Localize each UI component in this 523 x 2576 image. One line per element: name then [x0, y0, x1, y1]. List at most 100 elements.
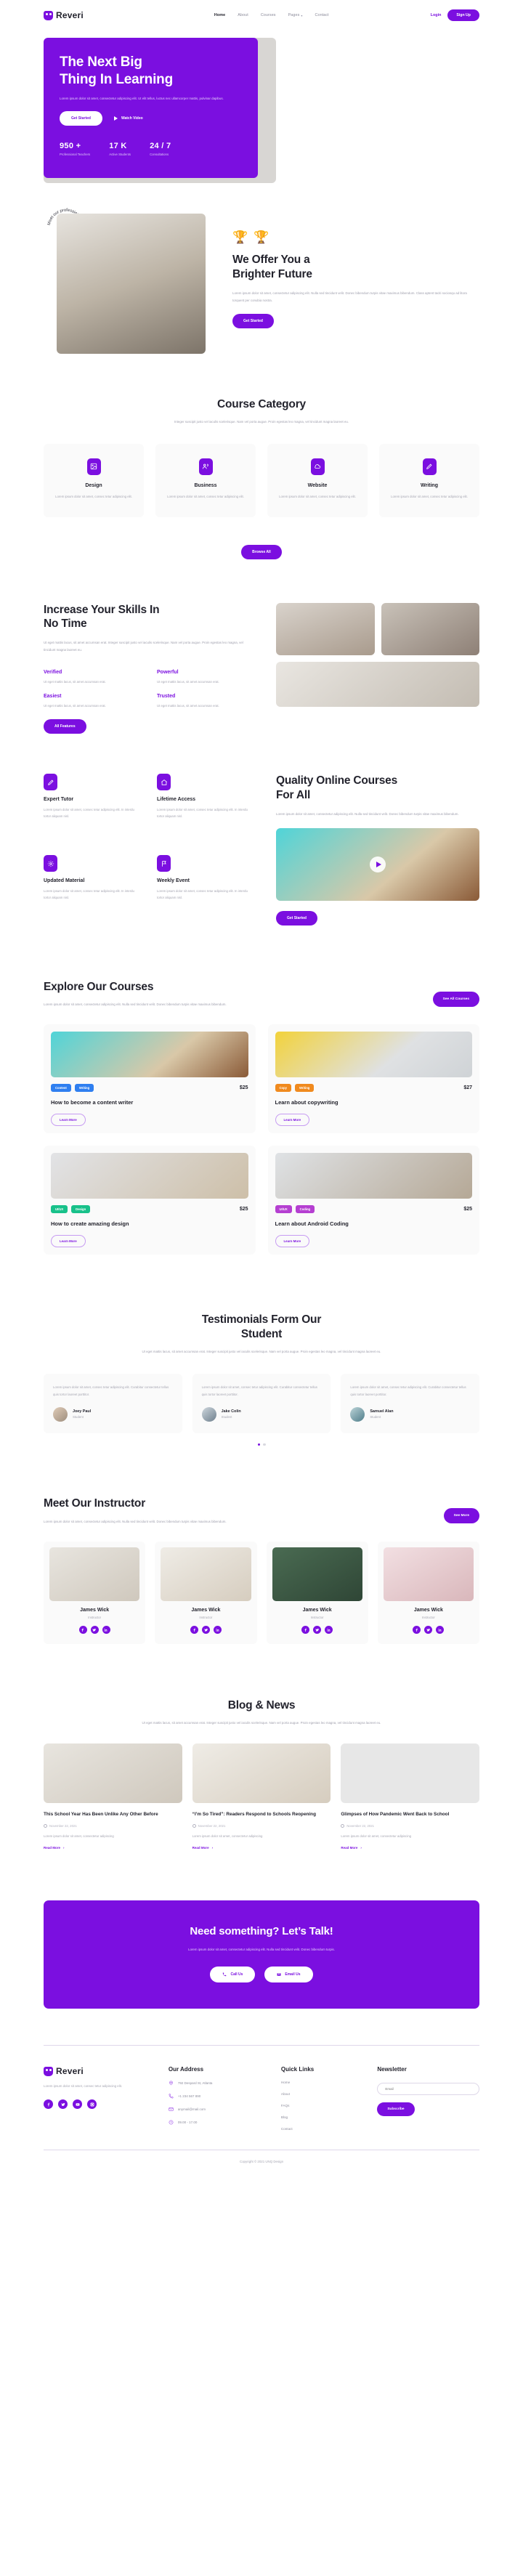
- course-tag: Writing: [74, 1084, 94, 1093]
- facebook-icon[interactable]: [301, 1625, 310, 1634]
- course-card[interactable]: Copy Writing $27 Learn about copywriting…: [267, 1024, 479, 1134]
- course-card[interactable]: UI/UX Coding $25 Learn about Android Cod…: [267, 1146, 479, 1255]
- facebook-icon[interactable]: [78, 1625, 87, 1634]
- course-tag: UI/UX: [51, 1205, 68, 1214]
- footer-link-contact[interactable]: Contact: [281, 2127, 362, 2131]
- facebook-icon[interactable]: [413, 1625, 421, 1634]
- quality-title-line2: For All: [276, 788, 311, 801]
- facebook-icon[interactable]: [190, 1625, 198, 1634]
- quality-play-button[interactable]: [370, 856, 386, 872]
- instructor-card[interactable]: James Wick Instructor: [155, 1541, 257, 1644]
- feature-title: Lifetime Access: [157, 797, 196, 803]
- blog-card[interactable]: Glimpses of How Pandemic Went Back to Sc…: [341, 1743, 479, 1850]
- skills-image-1: [276, 602, 375, 655]
- quality-section: Expert Tutor Lorem ipsum dolor sit amet,…: [44, 774, 479, 926]
- email-us-button[interactable]: Email Us: [264, 1967, 313, 1983]
- nav-item-courses[interactable]: Courses: [261, 13, 276, 17]
- avatar: [201, 1406, 216, 1422]
- cloud-icon: [310, 458, 325, 475]
- learn-more-button[interactable]: Learn More: [275, 1235, 310, 1248]
- twitter-icon[interactable]: [313, 1625, 322, 1634]
- browse-all-button[interactable]: Browse All: [241, 544, 282, 559]
- linkedin-icon[interactable]: [213, 1625, 222, 1634]
- course-meta: Content Writing $25: [51, 1084, 248, 1093]
- quality-feature-updated-material: Updated Material Lorem ipsum dolor sit a…: [44, 855, 141, 925]
- category-card-writing[interactable]: Writing Lorem ipsum dolor sit amet, cons…: [379, 443, 479, 517]
- learn-more-button[interactable]: Learn More: [51, 1114, 86, 1127]
- signup-button[interactable]: Sign Up: [447, 9, 479, 21]
- nav-item-about[interactable]: About: [238, 13, 248, 17]
- learn-more-button[interactable]: Learn More: [51, 1235, 86, 1248]
- explore-header: Explore Our Courses Lorem ipsum dolor si…: [44, 980, 479, 1009]
- footer-link-home[interactable]: Home: [281, 2081, 362, 2084]
- offer-title-line2: Brighter Future: [232, 267, 312, 280]
- instructor-card[interactable]: James Wick Instructor: [44, 1541, 146, 1644]
- footer-link-about[interactable]: About: [281, 2092, 362, 2096]
- hero-get-started-button[interactable]: Get Started: [60, 110, 102, 126]
- instructor-card[interactable]: James Wick Instructor: [377, 1541, 479, 1644]
- footer-brand-logo[interactable]: Reveri: [44, 2066, 154, 2076]
- blog-post-date-row: November 22, 2021: [44, 1824, 182, 1828]
- read-more-link[interactable]: Read More ›: [44, 1846, 182, 1850]
- nav-item-pages[interactable]: Pages ▾: [288, 13, 303, 17]
- carousel-dot[interactable]: [263, 1443, 266, 1446]
- flag-icon: [157, 855, 171, 872]
- home-icon: [157, 774, 171, 791]
- category-desc: Lorem ipsum dolor sit amet, consec tetur…: [167, 494, 244, 498]
- see-all-courses-button[interactable]: See All Courses: [432, 991, 479, 1007]
- site-header: Reveri Home About Courses Pages ▾ Contact…: [44, 0, 479, 31]
- brand-logo[interactable]: Reveri: [44, 10, 84, 20]
- category-card-business[interactable]: Business Lorem ipsum dolor sit amet, con…: [155, 443, 256, 517]
- nav-item-contact[interactable]: Contact: [315, 13, 329, 17]
- linkedin-icon[interactable]: [102, 1625, 110, 1634]
- twitter-icon[interactable]: [424, 1625, 433, 1634]
- quality-title: Quality Online Courses For All: [276, 774, 479, 803]
- instructor-socials: [49, 1625, 139, 1634]
- instagram-icon[interactable]: [87, 2099, 97, 2110]
- hero-actions: Get Started Watch Video: [60, 110, 243, 126]
- twitter-icon[interactable]: [58, 2099, 68, 2110]
- twitter-icon[interactable]: [201, 1625, 210, 1634]
- offer-get-started-button[interactable]: Get Started: [232, 314, 274, 329]
- nav-item-home[interactable]: Home: [214, 13, 225, 17]
- blog-card[interactable]: This School Year Has Been Unlike Any Oth…: [44, 1743, 182, 1850]
- stat-value: 950 +: [60, 141, 81, 150]
- read-more-link[interactable]: Read More ›: [341, 1846, 479, 1850]
- subscribe-button[interactable]: Subscribe: [377, 2102, 415, 2117]
- instructor-card[interactable]: James Wick Instructor: [266, 1541, 368, 1644]
- call-us-button[interactable]: Call Us: [210, 1967, 256, 1983]
- skills-feature: Verified Ut eget mattis lacus, sit amet …: [44, 670, 141, 685]
- twitter-icon[interactable]: [90, 1625, 99, 1634]
- course-tags: UI/UX Design: [51, 1205, 91, 1214]
- explore-paragraph: Lorem ipsum dolor sit amet, consectetur …: [44, 1003, 227, 1007]
- footer-brand-column: Reveri Lorem ipsum dolor sit amet, conse…: [44, 2066, 154, 2131]
- mail-icon: [277, 1973, 281, 1976]
- category-card-website[interactable]: Website Lorem ipsum dolor sit amet, cons…: [267, 443, 368, 517]
- carousel-dot[interactable]: [257, 1443, 260, 1446]
- learn-more-button[interactable]: Learn More: [275, 1114, 310, 1127]
- linkedin-icon[interactable]: [325, 1625, 333, 1634]
- footer-link-faqs[interactable]: FAQs: [281, 2104, 362, 2107]
- course-tags: Content Writing: [51, 1084, 94, 1093]
- course-tag: Copy: [275, 1084, 291, 1093]
- blog-card[interactable]: “I’m So Tired”: Readers Respond to Schoo…: [192, 1743, 331, 1850]
- course-title: How to create amazing design: [51, 1220, 129, 1228]
- course-card[interactable]: UI/UX Design $25 How to create amazing d…: [44, 1146, 256, 1255]
- watch-video-button[interactable]: Watch Video: [113, 116, 143, 121]
- youtube-icon[interactable]: [73, 2099, 82, 2110]
- quality-get-started-button[interactable]: Get Started: [276, 910, 317, 926]
- quality-features: Expert Tutor Lorem ipsum dolor sit amet,…: [44, 774, 254, 926]
- login-link[interactable]: Login: [431, 13, 442, 17]
- footer-link-blog[interactable]: Blog: [281, 2115, 362, 2119]
- facebook-icon[interactable]: [44, 2099, 53, 2110]
- course-card[interactable]: Content Writing $25 How to become a cont…: [44, 1024, 256, 1134]
- read-more-link[interactable]: Read More ›: [192, 1846, 331, 1850]
- newsletter-email-input[interactable]: [377, 2083, 479, 2096]
- cta-section: Need something? Let’s Talk! Lorem ipsum …: [44, 1900, 479, 2009]
- linkedin-icon[interactable]: [436, 1625, 445, 1634]
- blog-image: [341, 1743, 479, 1804]
- see-more-instructors-button[interactable]: See More: [443, 1508, 479, 1524]
- all-features-button[interactable]: All Features: [44, 719, 86, 734]
- pencil-icon: [44, 774, 57, 791]
- category-card-design[interactable]: Design Lorem ipsum dolor sit amet, conse…: [44, 443, 144, 517]
